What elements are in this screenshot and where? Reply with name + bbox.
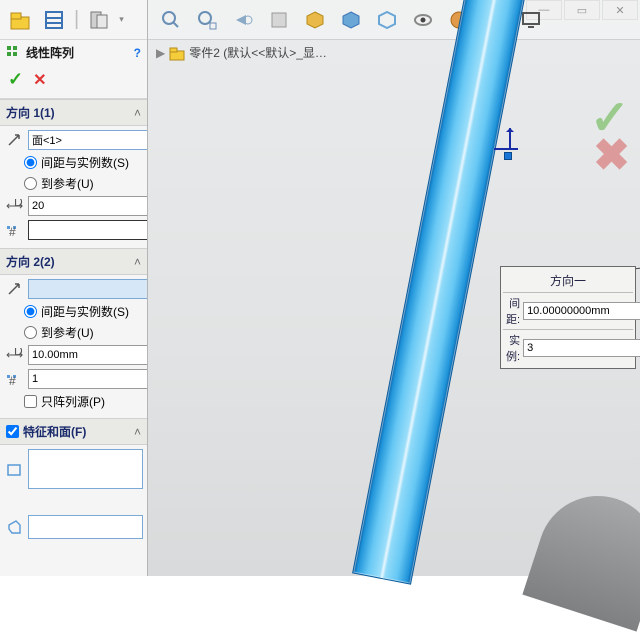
- view-orientation-icon[interactable]: [302, 7, 328, 33]
- direction2-spacing-input[interactable]: [28, 345, 147, 365]
- svg-text:D1: D1: [14, 199, 23, 209]
- help-icon[interactable]: ?: [134, 46, 141, 60]
- command-title-bar: 线性阵列 ?: [0, 40, 147, 65]
- viewport[interactable]: — ▭ ✕ ▶ 零件2 (默认<<默认>_显… ✓ ✖: [148, 0, 640, 576]
- callout-count-label: 实例:: [503, 330, 523, 366]
- callout-title: 方向一: [503, 269, 633, 292]
- breadcrumb[interactable]: ▶ 零件2 (默认<<默认>_显…: [156, 44, 327, 61]
- svg-text:D2: D2: [14, 348, 23, 358]
- chevron-up-icon: ˄: [134, 106, 141, 120]
- feature-icon: [4, 460, 24, 478]
- spacing-icon: ⟷D1: [4, 197, 24, 215]
- direction1-toref-radio[interactable]: 到参考(U): [4, 175, 143, 192]
- callout-spacing-input[interactable]: [523, 302, 640, 320]
- features-list[interactable]: [28, 449, 143, 489]
- part-icon: [169, 45, 185, 61]
- display-style-icon[interactable]: [338, 7, 364, 33]
- heads-up-toolbar: [148, 0, 640, 40]
- direction-handle-horizontal[interactable]: [494, 148, 518, 150]
- chevron-right-icon: ▶: [156, 46, 165, 60]
- zoom-fit-icon[interactable]: [158, 7, 184, 33]
- direction1-header[interactable]: 方向 1(1) ˄: [0, 99, 147, 126]
- confirm-row: ✓ ✕: [0, 65, 147, 99]
- reverse-direction-icon[interactable]: [4, 131, 24, 149]
- linear-pattern-icon: [6, 45, 22, 61]
- configuration-tab[interactable]: [85, 6, 113, 34]
- direction1-callout[interactable]: 方向一 间距: ▲▼ 实例: ▲▼: [500, 266, 636, 369]
- reverse-direction-icon[interactable]: [4, 280, 24, 298]
- instances-icon: #: [4, 221, 24, 239]
- svg-text:#: #: [9, 374, 16, 386]
- direction1-spacing-radio[interactable]: 间距与实例数(S): [4, 154, 143, 171]
- viewport-cancel-button[interactable]: ✖: [593, 130, 630, 181]
- direction2-header[interactable]: 方向 2(2) ˄: [0, 248, 147, 275]
- direction-origin-handle[interactable]: [504, 152, 512, 160]
- breadcrumb-part[interactable]: 零件2 (默认<<默认>_显…: [189, 44, 327, 61]
- direction-handle-vertical[interactable]: [509, 128, 511, 150]
- spacing-icon: ⟷D2: [4, 346, 24, 364]
- callout-count-input[interactable]: [523, 339, 640, 357]
- property-manager-panel: | ▾ 线性阵列 ? ✓ ✕ 方向 1(1) ˄: [0, 0, 148, 576]
- features-header[interactable]: 特征和面(F) ˄: [0, 418, 147, 445]
- callout-spacing-label: 间距:: [503, 293, 523, 329]
- ok-button[interactable]: ✓: [8, 69, 23, 90]
- direction1-spacing-input[interactable]: [28, 196, 147, 216]
- direction1-count-input[interactable]: [28, 220, 147, 240]
- section-view-icon[interactable]: [266, 7, 292, 33]
- command-name: 线性阵列: [26, 44, 74, 61]
- cancel-button[interactable]: ✕: [33, 70, 46, 90]
- instances-icon: #: [4, 370, 24, 388]
- direction2-reference-field[interactable]: [28, 279, 147, 299]
- scene-icon[interactable]: [410, 7, 436, 33]
- feature-tabs: | ▾: [0, 0, 147, 40]
- hide-show-icon[interactable]: [374, 7, 400, 33]
- zoom-area-icon[interactable]: [194, 7, 220, 33]
- features-enable-checkbox[interactable]: [6, 425, 19, 438]
- direction2-body: 间距与实例数(S) 到参考(U) ⟷D2 ▲▼ #: [0, 275, 147, 418]
- face-icon: [4, 518, 24, 536]
- direction2-count-input[interactable]: [28, 369, 147, 389]
- features-body: [0, 445, 147, 547]
- model-base: [522, 480, 640, 631]
- direction2-toref-radio[interactable]: 到参考(U): [4, 324, 143, 341]
- direction1-body: 间距与实例数(S) 到参考(U) ⟷D1 ▲▼ #: [0, 126, 147, 248]
- chevron-up-icon: ˄: [134, 255, 141, 269]
- svg-text:#: #: [9, 225, 16, 237]
- direction2-spacing-radio[interactable]: 间距与实例数(S): [4, 303, 143, 320]
- direction1-reference-field[interactable]: [28, 130, 147, 150]
- faces-list[interactable]: [28, 515, 143, 539]
- chevron-up-icon: ˄: [134, 425, 141, 439]
- previous-view-icon[interactable]: [230, 7, 256, 33]
- seed-only-checkbox[interactable]: 只阵列源(P): [4, 393, 143, 410]
- feature-manager-tab[interactable]: [6, 6, 34, 34]
- property-manager-tab[interactable]: [40, 6, 68, 34]
